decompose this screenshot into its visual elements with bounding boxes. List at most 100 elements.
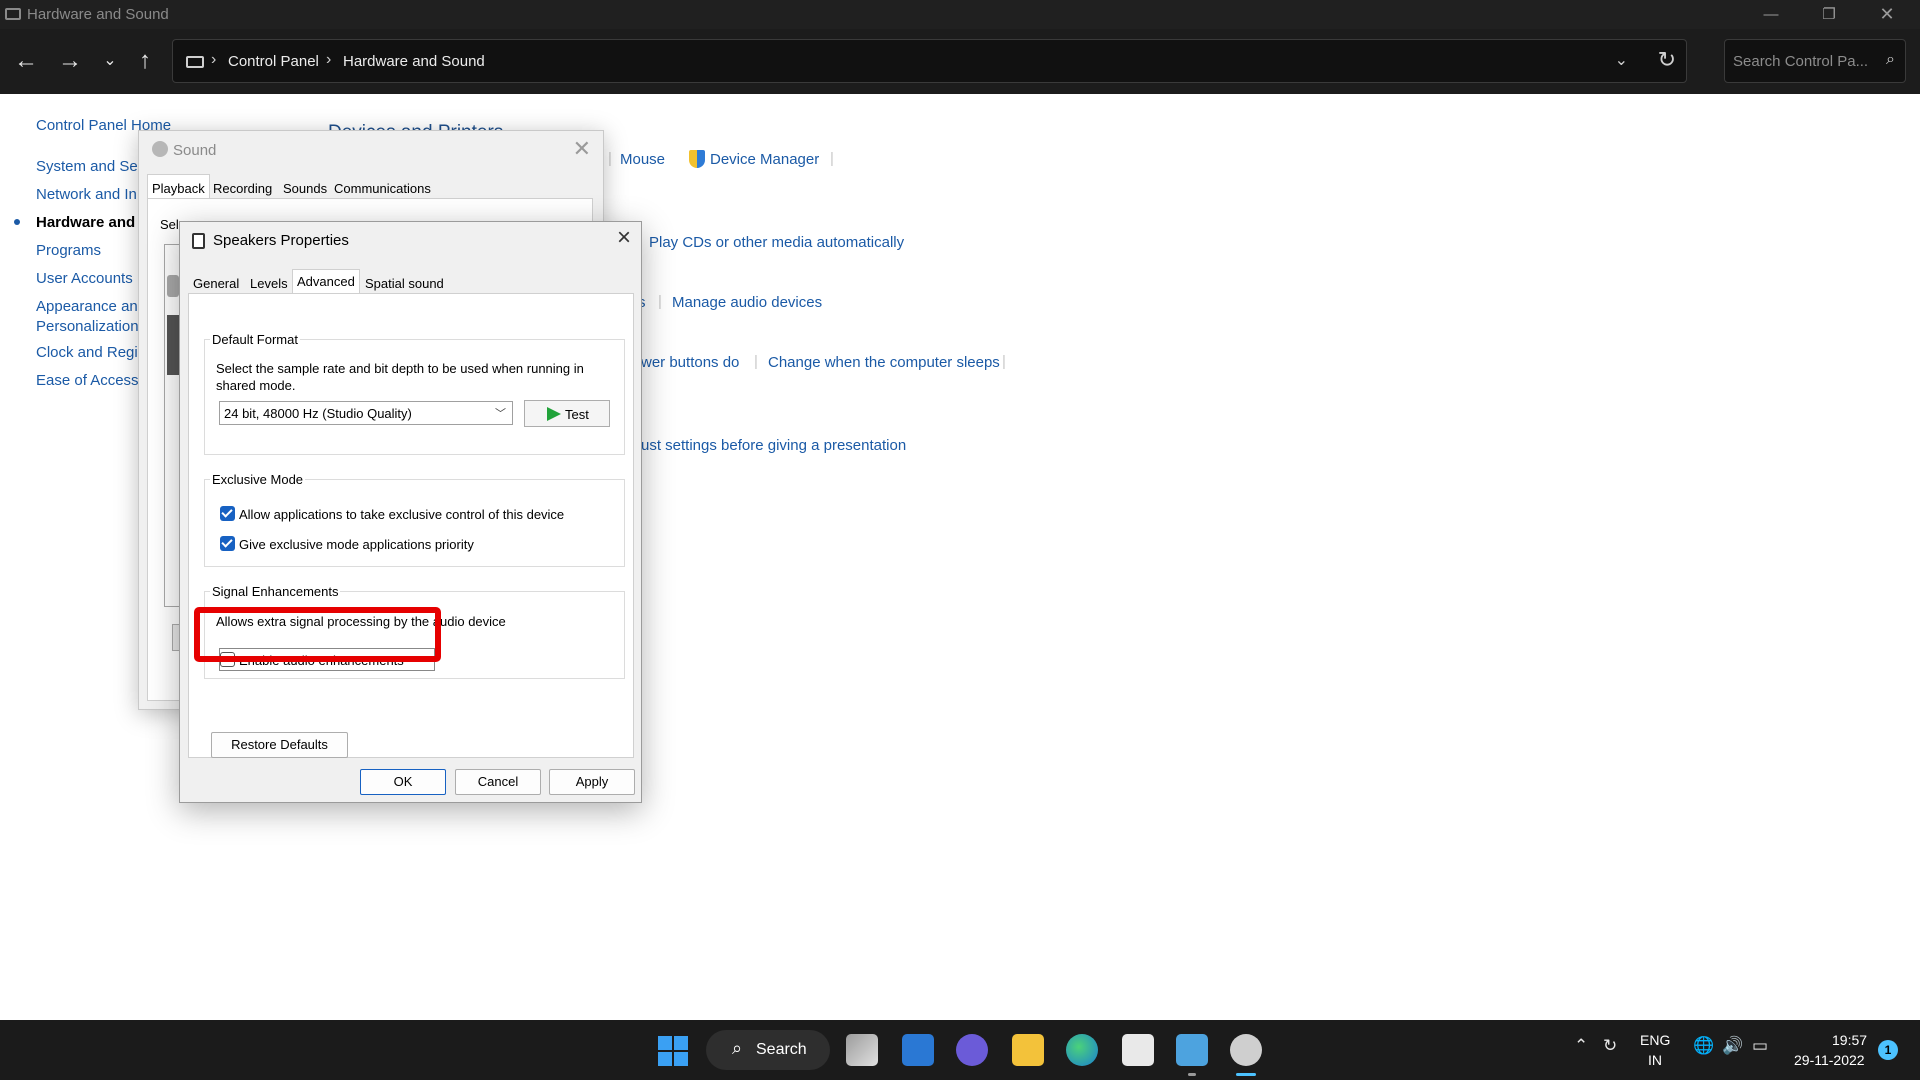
link-separator: |: [608, 150, 612, 167]
manage-audio-devices-link[interactable]: Manage audio devices: [672, 294, 822, 311]
link-separator: |: [754, 353, 758, 370]
refresh-icon[interactable]: ↻: [1658, 47, 1676, 73]
red-highlight-box: [194, 607, 441, 662]
close-icon[interactable]: ✕: [573, 136, 591, 162]
control-panel-icon[interactable]: [1176, 1034, 1208, 1066]
power-buttons-link[interactable]: wer buttons do: [641, 354, 739, 371]
play-icon: [547, 407, 561, 421]
windows-start-icon[interactable]: [658, 1036, 688, 1066]
sound-app-icon[interactable]: [1230, 1034, 1262, 1066]
apply-button[interactable]: Apply: [549, 769, 635, 795]
tab-levels[interactable]: Levels: [246, 272, 292, 294]
chevron-up-icon[interactable]: ⌃: [1574, 1036, 1588, 1056]
search-placeholder: Search Control Pa...: [1733, 53, 1869, 70]
active-indicator: [1236, 1073, 1256, 1076]
region-indicator[interactable]: IN: [1648, 1052, 1662, 1068]
sample-rate-select[interactable]: 24 bit, 48000 Hz (Studio Quality) ﹀: [219, 401, 513, 425]
nav-clock-and-region[interactable]: Clock and Regio: [36, 344, 146, 361]
close-icon[interactable]: ×: [617, 224, 631, 252]
widgets-icon[interactable]: [902, 1034, 934, 1066]
default-format-label: Default Format: [210, 332, 300, 347]
notification-badge[interactable]: 1: [1878, 1040, 1898, 1060]
forward-arrow-icon[interactable]: →: [52, 43, 88, 79]
restore-icon[interactable]: ❐: [1800, 0, 1858, 29]
title-bar: Hardware and Sound — ❐ ✕: [0, 0, 1920, 29]
volume-icon[interactable]: 🔊: [1722, 1036, 1743, 1056]
address-toolbar: ← → ⌄ ↑ › Control Panel › Hardware and S…: [0, 29, 1920, 94]
chevron-right-icon[interactable]: ›: [211, 51, 216, 69]
search-icon: ⌕: [732, 1038, 743, 1058]
link-separator: |: [658, 293, 662, 310]
task-view-icon[interactable]: [846, 1034, 878, 1066]
language-indicator[interactable]: ENG: [1640, 1032, 1670, 1048]
back-arrow-icon[interactable]: ←: [8, 43, 44, 79]
default-format-description: Select the sample rate and bit depth to …: [216, 361, 584, 393]
autoplay-link[interactable]: Play CDs or other media automatically: [649, 234, 904, 251]
network-globe-icon[interactable]: 🌐: [1693, 1036, 1714, 1056]
search-input[interactable]: Search Control Pa... ⌕: [1724, 39, 1906, 83]
edge-browser-icon[interactable]: [1066, 1034, 1098, 1066]
breadcrumb-control-panel[interactable]: Control Panel: [228, 53, 319, 70]
tab-playback[interactable]: Playback: [147, 174, 210, 199]
microsoft-store-icon[interactable]: [1122, 1034, 1154, 1066]
playback-description: Sel: [160, 217, 179, 232]
nav-appearance[interactable]: Appearance an: [36, 298, 138, 315]
tab-general[interactable]: General: [189, 272, 243, 294]
presentation-settings-link[interactable]: ust settings before giving a presentatio…: [641, 437, 906, 454]
mouse-link[interactable]: Mouse: [620, 151, 665, 168]
test-button-label: Test: [565, 407, 589, 422]
minimize-icon[interactable]: —: [1742, 0, 1800, 29]
up-arrow-icon[interactable]: ↑: [127, 43, 163, 79]
breadcrumb-hardware-and-sound[interactable]: Hardware and Sound: [343, 53, 485, 70]
taskbar-search-button[interactable]: ⌕ Search: [706, 1030, 830, 1070]
clock-date[interactable]: 29-11-2022: [1794, 1052, 1865, 1068]
ok-button[interactable]: OK: [360, 769, 446, 795]
control-panel-icon: [186, 56, 204, 68]
taskbar-search-label: Search: [756, 1041, 807, 1058]
speaker-icon: [192, 233, 205, 249]
chevron-down-icon[interactable]: ﹀: [495, 405, 506, 421]
search-icon[interactable]: ⌕: [1886, 51, 1895, 69]
file-explorer-icon[interactable]: [1012, 1034, 1044, 1066]
link-separator: |: [1002, 353, 1006, 370]
shield-icon: [689, 150, 705, 168]
battery-icon[interactable]: ▭: [1752, 1036, 1768, 1056]
cancel-button[interactable]: Cancel: [455, 769, 541, 795]
nav-programs[interactable]: Programs: [36, 242, 101, 259]
test-button[interactable]: Test: [524, 400, 610, 427]
nav-ease-of-access[interactable]: Ease of Access: [36, 372, 139, 389]
computer-sleeps-link[interactable]: Change when the computer sleeps: [768, 354, 1000, 371]
nav-user-accounts[interactable]: User Accounts: [36, 270, 133, 287]
exclusive-priority-checkbox[interactable]: [220, 536, 235, 551]
current-section-bullet: [14, 219, 20, 225]
chevron-down-icon[interactable]: ⌄: [1615, 50, 1628, 70]
exclusive-mode-label: Exclusive Mode: [210, 472, 306, 487]
sample-rate-value: 24 bit, 48000 Hz (Studio Quality): [224, 406, 412, 421]
exclusive-mode-group: Exclusive Mode Allow applications to tak…: [204, 472, 625, 567]
address-bar[interactable]: › Control Panel › Hardware and Sound ⌄ ↻: [172, 39, 1687, 83]
window-title: Hardware and Sound: [27, 6, 169, 23]
allow-exclusive-checkbox[interactable]: [220, 506, 235, 521]
tab-advanced[interactable]: Advanced: [292, 269, 360, 294]
taskbar: ⌕ Search ⌃ ↻ ENG IN 🌐 🔊 ▭ 19:57 29-11-20…: [0, 1020, 1920, 1080]
exclusive-priority-label[interactable]: Give exclusive mode applications priorit…: [239, 537, 474, 552]
tab-communications[interactable]: Communications: [330, 177, 435, 199]
speakers-properties-title: Speakers Properties: [213, 232, 349, 249]
device-manager-link[interactable]: Device Manager: [710, 151, 819, 168]
teams-chat-icon[interactable]: [956, 1034, 988, 1066]
link-separator: |: [830, 150, 834, 167]
tab-sounds[interactable]: Sounds: [279, 177, 331, 199]
restore-defaults-button[interactable]: Restore Defaults: [211, 732, 348, 758]
tab-recording[interactable]: Recording: [209, 177, 276, 199]
allow-exclusive-label[interactable]: Allow applications to take exclusive con…: [239, 507, 564, 522]
recent-locations-icon[interactable]: ⌄: [92, 43, 128, 79]
sync-icon[interactable]: ↻: [1603, 1036, 1617, 1056]
chevron-right-icon[interactable]: ›: [326, 51, 331, 69]
clock-time[interactable]: 19:57: [1832, 1032, 1867, 1048]
nav-hardware-and-sound: Hardware and: [36, 214, 136, 231]
nav-network-and-internet[interactable]: Network and In: [36, 186, 137, 203]
nav-system-and-security[interactable]: System and Sec: [36, 158, 145, 175]
close-icon[interactable]: ✕: [1858, 0, 1916, 29]
nav-personalization[interactable]: Personalization: [36, 318, 139, 335]
tab-spatial-sound[interactable]: Spatial sound: [361, 272, 448, 294]
